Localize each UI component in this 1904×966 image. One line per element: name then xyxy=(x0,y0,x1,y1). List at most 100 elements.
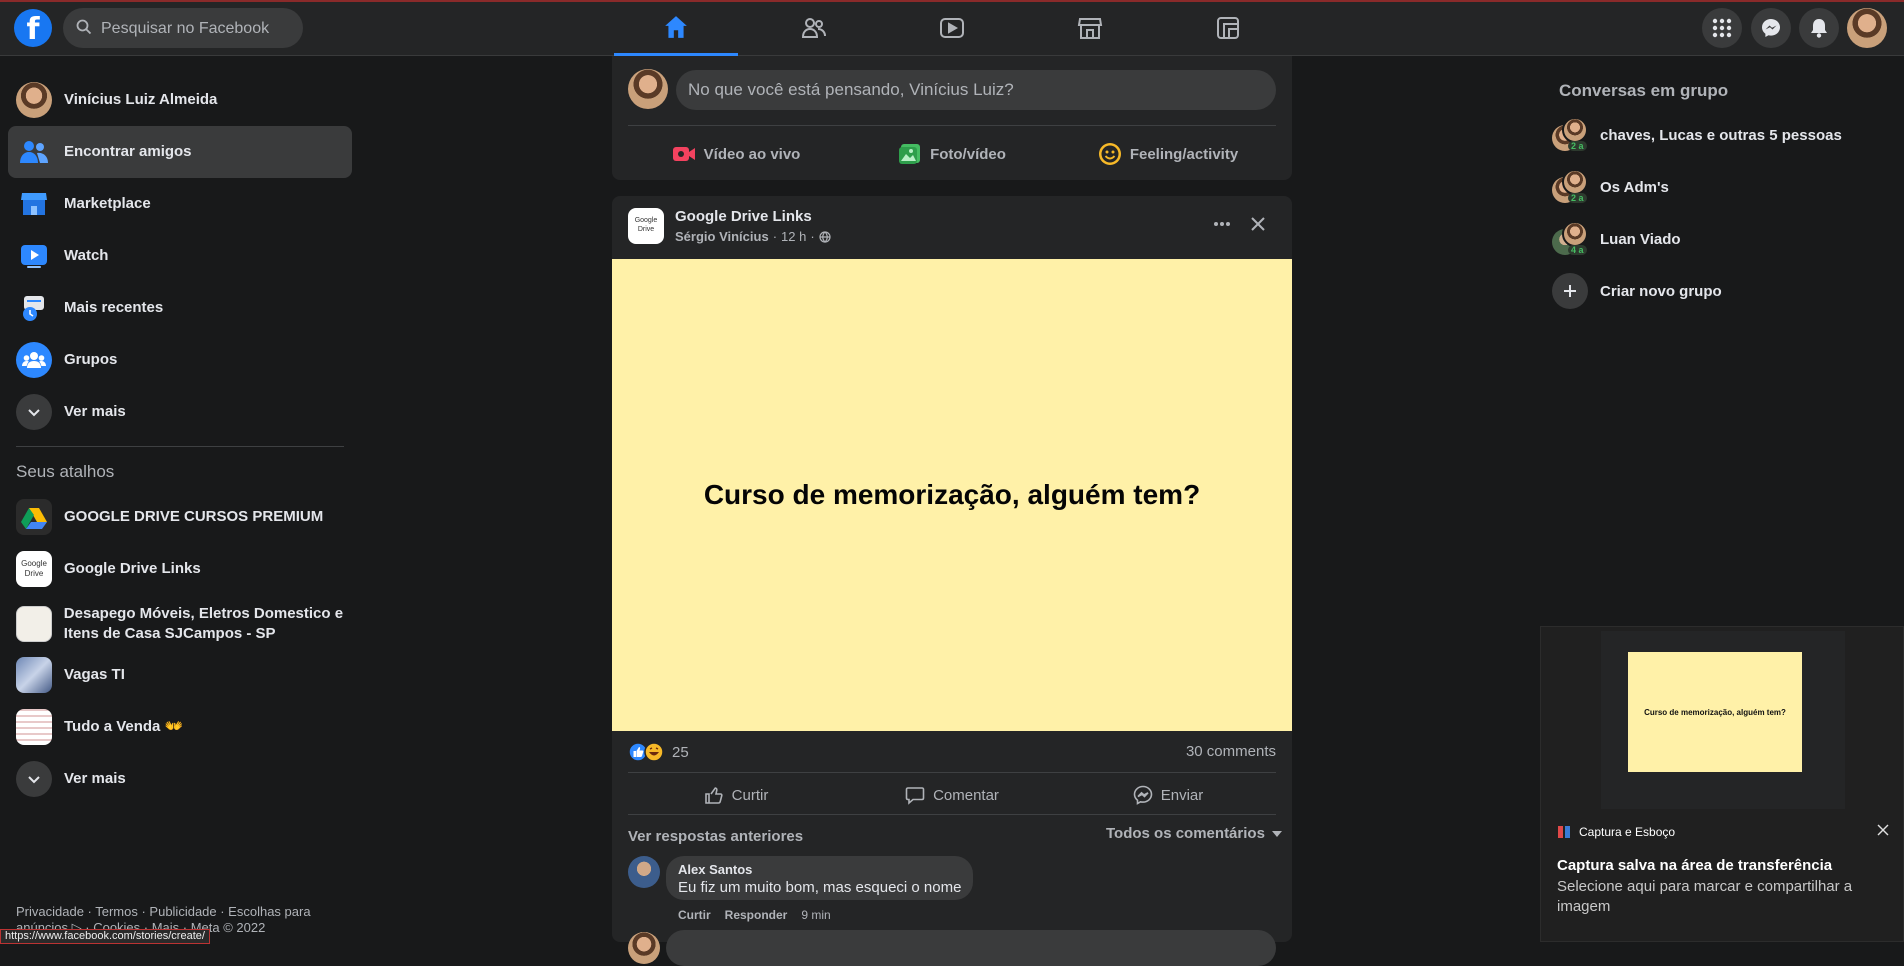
comment-like-link[interactable]: Curtir xyxy=(678,908,711,922)
reactions-summary[interactable]: 25 xyxy=(628,742,689,762)
sidebar-item-label: Watch xyxy=(64,247,109,264)
group-conversations-title: Conversas em grupo xyxy=(1559,81,1729,100)
chevron-down-icon xyxy=(16,394,52,430)
group-chat-item[interactable]: 2 a Os Adm's xyxy=(1552,161,1852,213)
sidebar-item-label: Marketplace xyxy=(64,195,151,212)
sidebar-item-marketplace[interactable]: Marketplace xyxy=(8,178,352,230)
group-chat-avatar: 2 a xyxy=(1552,169,1588,205)
group-chat-label: chaves, Lucas e outras 5 pessoas xyxy=(1600,126,1842,144)
menu-button[interactable] xyxy=(1702,8,1742,48)
post-background-text[interactable]: Curso de memorização, alguém tem? xyxy=(612,259,1292,731)
shortcut-label: Google Drive Links xyxy=(64,560,201,577)
globe-icon xyxy=(819,230,831,243)
shortcuts-see-more[interactable]: Ver mais xyxy=(8,753,352,805)
post-time[interactable]: 12 h xyxy=(781,229,806,244)
sidebar-item-label: Grupos xyxy=(64,351,118,368)
shortcut-label: GOOGLE DRIVE CURSOS PREMIUM xyxy=(64,508,324,525)
photo-video-label: Foto/vídeo xyxy=(930,145,1006,163)
composer-avatar[interactable] xyxy=(628,69,668,109)
comment-reply-link[interactable]: Responder xyxy=(725,908,788,922)
sidebar-item-label: Mais recentes xyxy=(64,299,164,316)
sidebar-item-watch[interactable]: Watch xyxy=(8,230,352,282)
watch-icon xyxy=(940,18,964,38)
group-chat-label: Os Adm's xyxy=(1600,178,1669,196)
sidebar-item-label: Encontrar amigos xyxy=(64,143,192,160)
thumbnail-text: Curso de memorização, alguém tem? xyxy=(1644,707,1786,717)
tab-watch[interactable] xyxy=(890,0,1014,56)
watch-icon xyxy=(16,238,52,274)
profile-avatar xyxy=(16,82,52,118)
home-icon xyxy=(665,15,687,38)
comment-text: Eu fiz um muito bom, mas esqueci o nome xyxy=(678,879,962,896)
tab-gaming[interactable] xyxy=(1166,0,1290,56)
comment-label: Comentar xyxy=(933,786,999,804)
facebook-logo[interactable]: f xyxy=(14,9,52,47)
marketplace-icon xyxy=(16,186,52,222)
grid-menu-icon xyxy=(1712,18,1732,38)
sidebar-item-recent[interactable]: Mais recentes xyxy=(8,282,352,334)
sidebar-item-find-friends[interactable]: Encontrar amigos xyxy=(8,126,352,178)
messenger-icon xyxy=(1133,785,1153,805)
feeling-activity-button[interactable]: Feeling/activity xyxy=(1060,134,1276,174)
search-input[interactable] xyxy=(99,8,299,50)
tab-friends[interactable] xyxy=(752,0,876,56)
send-button[interactable]: Enviar xyxy=(1060,778,1276,812)
comment-bubble: Alex Santos Eu fiz um muito bom, mas esq… xyxy=(666,856,974,900)
group-chat-item[interactable]: 4 a Luan Viado xyxy=(1552,213,1852,265)
chevron-down-icon xyxy=(16,761,52,797)
sidebar-item-groups[interactable]: Grupos xyxy=(8,334,352,386)
shortcut-google-drive-cursos[interactable]: GOOGLE DRIVE CURSOS PREMIUM xyxy=(8,491,352,543)
write-comment-input[interactable] xyxy=(666,930,1276,966)
plus-icon xyxy=(1552,273,1588,309)
live-video-button[interactable]: Vídeo ao vivo xyxy=(628,134,844,174)
search-box[interactable] xyxy=(63,8,303,50)
commenter-avatar[interactable] xyxy=(628,856,660,888)
toast-close-button[interactable] xyxy=(1877,823,1889,841)
sidebar-item-profile[interactable]: Vinícius Luiz Almeida xyxy=(8,74,352,126)
post-author[interactable]: Sérgio Vinícius xyxy=(675,229,769,244)
shortcut-vagas-ti[interactable]: Vagas TI xyxy=(8,649,352,701)
messenger-button[interactable] xyxy=(1751,8,1791,48)
comments-count[interactable]: 30 comments xyxy=(1186,743,1276,760)
group-thumbnail xyxy=(16,709,52,745)
hide-post-button[interactable] xyxy=(1240,206,1276,242)
photo-video-button[interactable]: Foto/vídeo xyxy=(844,134,1060,174)
composer-placeholder: No que você está pensando, Vinícius Luiz… xyxy=(688,80,1014,99)
post-text: Curso de memorização, alguém tem? xyxy=(703,479,1201,510)
post-group-name[interactable]: Google Drive Links xyxy=(675,208,812,225)
comment-actions: Curtir Responder 9 min xyxy=(678,908,831,922)
tab-home[interactable] xyxy=(614,0,738,56)
live-video-label: Vídeo ao vivo xyxy=(703,145,801,163)
shortcut-google-drive-links[interactable]: Google Drive Google Drive Links xyxy=(8,543,352,595)
shortcut-label: Vagas TI xyxy=(64,666,125,683)
comment-author[interactable]: Alex Santos xyxy=(678,862,961,877)
composer-divider xyxy=(628,125,1276,126)
comment-filter[interactable]: Todos os comentários xyxy=(1106,825,1283,842)
reaction-count: 25 xyxy=(672,743,689,761)
shortcut-desapego[interactable]: Desapego Móveis, Eletros Domestico e Ite… xyxy=(8,595,352,653)
like-button[interactable]: Curtir xyxy=(628,778,844,812)
group-chat-item[interactable]: 2 a chaves, Lucas e outras 5 pessoas xyxy=(1552,109,1852,161)
view-previous-replies[interactable]: Ver respostas anteriores xyxy=(628,828,803,845)
shortcut-label: Tudo a Venda 👐 xyxy=(64,718,184,735)
composer-input[interactable]: No que você está pensando, Vinícius Luiz… xyxy=(676,70,1276,110)
close-icon xyxy=(1877,824,1889,836)
recent-icon xyxy=(16,290,52,326)
group-chat-avatar: 2 a xyxy=(1552,117,1588,153)
reply-avatar xyxy=(628,932,660,964)
friends-icon xyxy=(801,18,826,38)
comment-time[interactable]: 9 min xyxy=(801,908,830,922)
tab-marketplace[interactable] xyxy=(1028,0,1152,56)
sidebar-see-more[interactable]: Ver mais xyxy=(8,386,352,438)
account-avatar[interactable] xyxy=(1847,8,1887,48)
create-group-button[interactable]: Criar novo grupo xyxy=(1552,265,1852,317)
screenshot-thumbnail: Curso de memorização, alguém tem? xyxy=(1601,631,1845,809)
comment-button[interactable]: Comentar xyxy=(844,778,1060,812)
group-avatar[interactable]: Google Drive xyxy=(628,208,664,244)
notifications-button[interactable] xyxy=(1799,8,1839,48)
active-badge: 2 a xyxy=(1568,141,1587,151)
snip-notification[interactable]: Curso de memorização, alguém tem? Captur… xyxy=(1540,626,1904,942)
toast-app-name: Captura e Esboço xyxy=(1579,825,1676,839)
shortcut-tudo-a-venda[interactable]: Tudo a Venda 👐 xyxy=(8,701,352,753)
post-options-button[interactable] xyxy=(1204,206,1240,242)
